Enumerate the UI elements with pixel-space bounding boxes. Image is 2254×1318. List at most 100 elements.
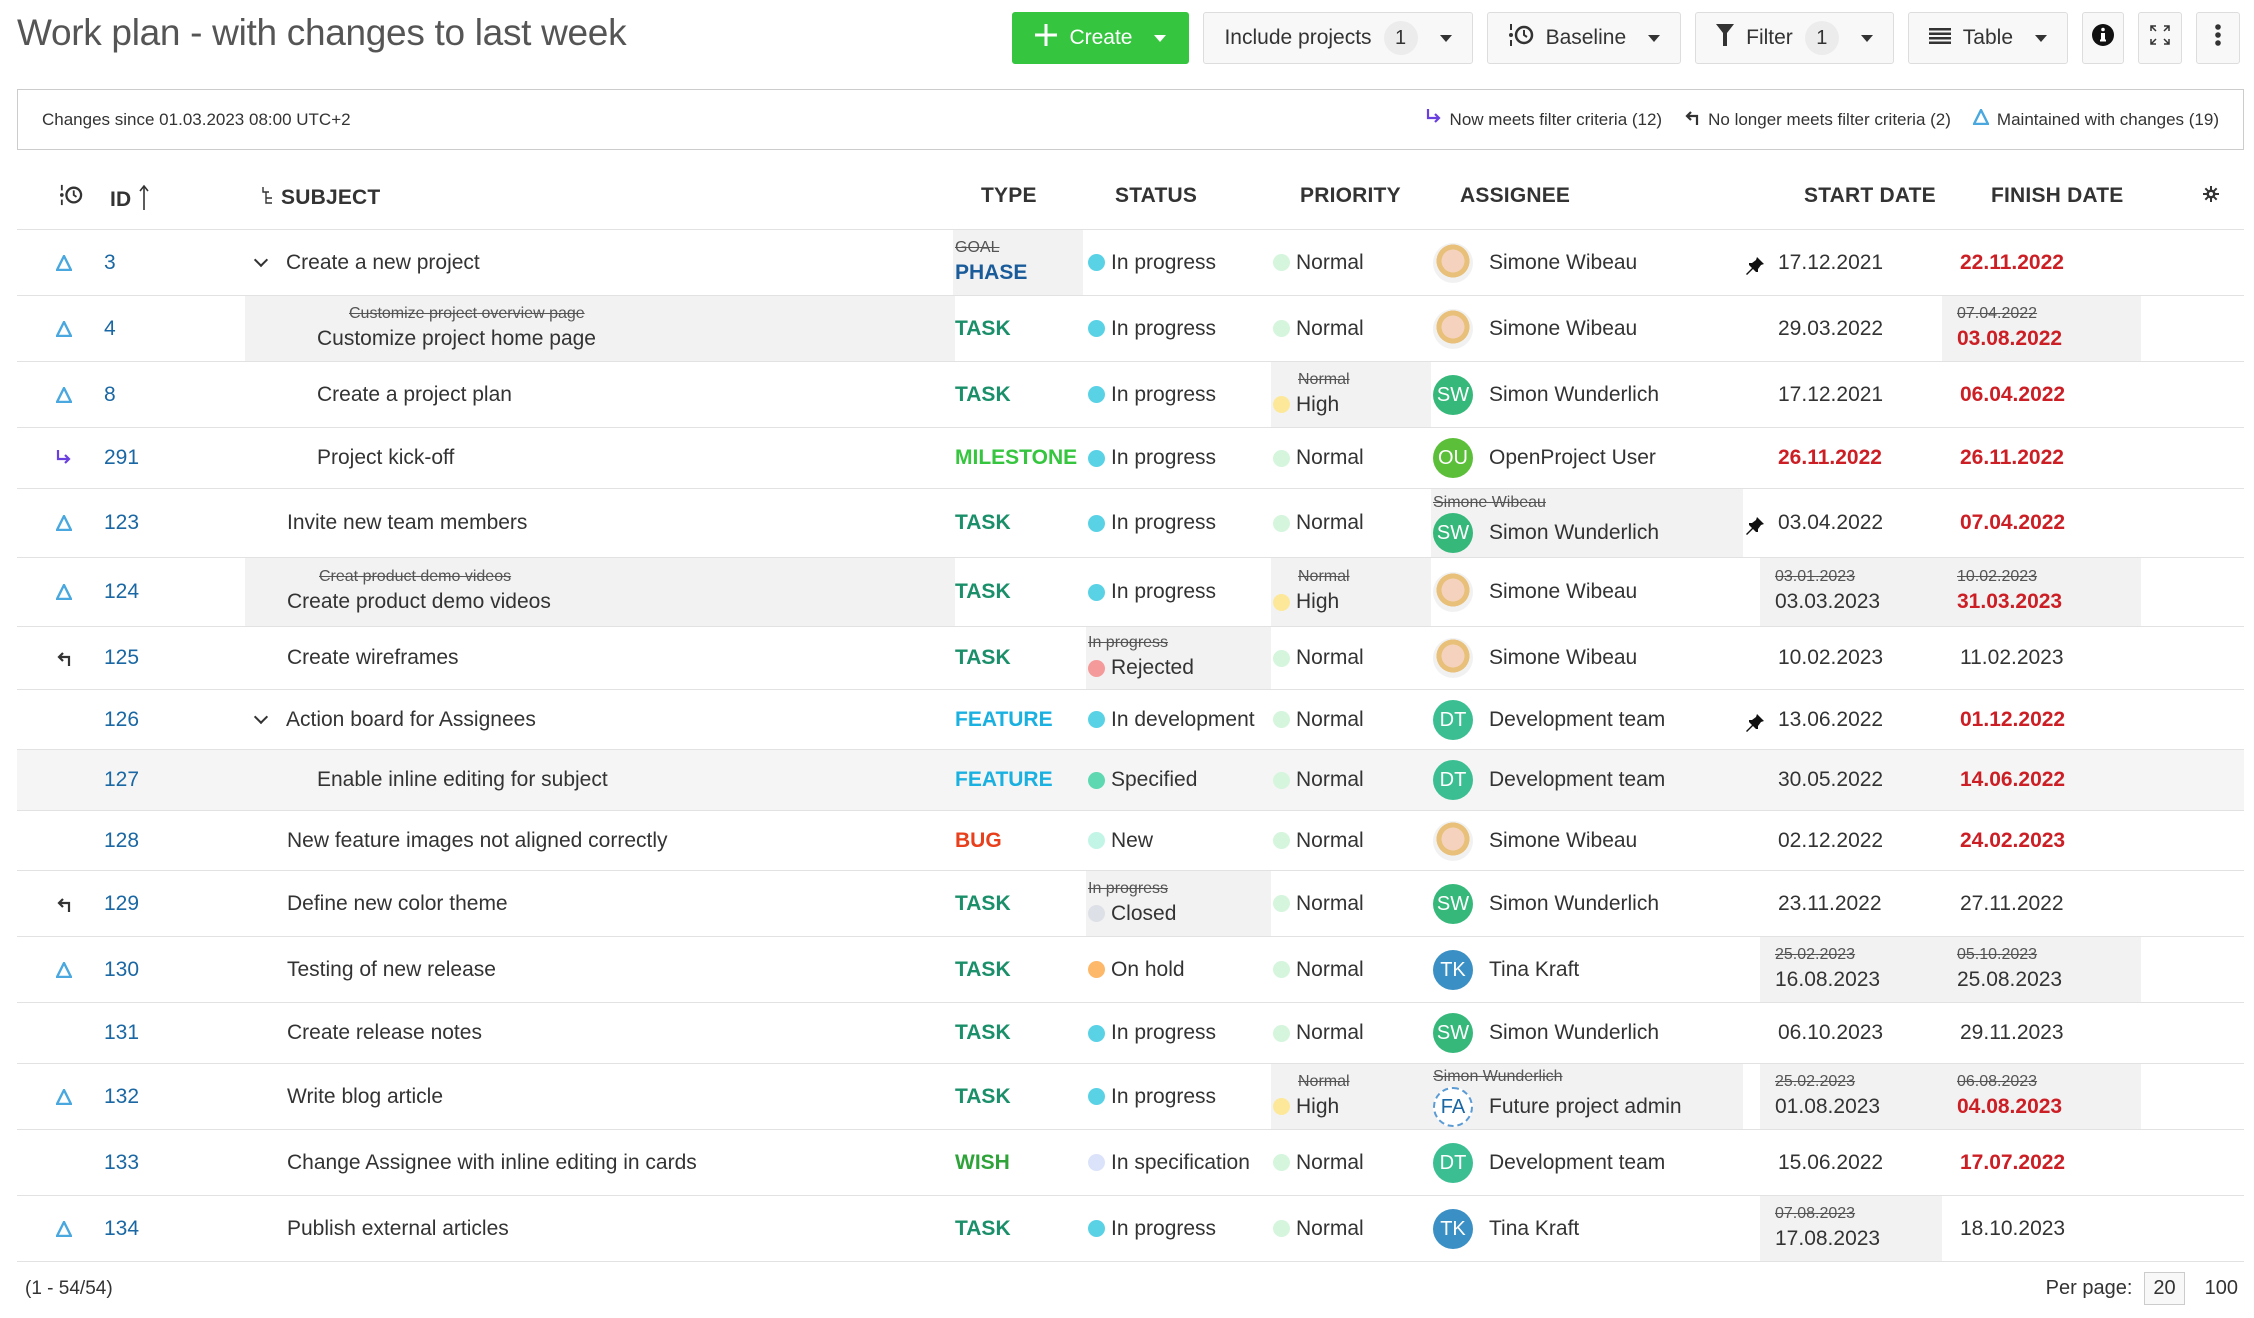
chevron-down-icon[interactable] [253, 252, 269, 267]
subject-cell[interactable]: Customize project overview page Customize… [245, 296, 955, 361]
table-row[interactable]: 133 Change Assignee with inline editing i… [17, 1130, 2244, 1196]
start-date-cell[interactable]: 17.12.2021 [1760, 362, 1942, 427]
work-package-id-link[interactable]: 133 [104, 1151, 139, 1175]
priority-cell[interactable]: Normal [1271, 1196, 1431, 1261]
finish-date-cell[interactable]: 17.07.2022 [1942, 1130, 2141, 1195]
status-cell[interactable]: In progress [1086, 362, 1271, 427]
subject-cell[interactable]: Change Assignee with inline editing in c… [270, 1130, 955, 1195]
status-cell[interactable]: In progress [1086, 1003, 1271, 1063]
table-row[interactable]: 123 Invite new team members TASK In progres… [17, 489, 2244, 558]
assignee-name[interactable]: Simone Wibeau [1489, 577, 1637, 607]
status-cell[interactable]: In progress Closed [1086, 871, 1271, 936]
assignee-name[interactable]: Simon Wunderlich [1489, 889, 1659, 919]
assignee-cell[interactable]: DT Development team [1431, 750, 1743, 810]
table-row[interactable]: 8 Create a project plan TASK In progress Nor… [17, 362, 2244, 428]
priority-cell[interactable]: Normal [1271, 750, 1431, 810]
column-subject[interactable]: SUBJECT [261, 184, 380, 212]
subject-cell[interactable]: Create a project plan [270, 362, 955, 427]
finish-date-cell[interactable]: 05.10.2023 25.08.2023 [1942, 937, 2141, 1002]
assignee-cell[interactable]: TK Tina Kraft [1431, 937, 1743, 1002]
subject-cell[interactable]: Creat product demo videos Create product … [245, 558, 955, 626]
subject-cell[interactable]: Project kick-off [270, 428, 955, 488]
start-date-cell[interactable]: 07.08.2023 17.08.2023 [1760, 1196, 1942, 1261]
column-settings-button[interactable] [2203, 184, 2219, 208]
status-cell[interactable]: In progress [1086, 428, 1271, 488]
more-menu-button[interactable] [2196, 12, 2240, 64]
assignee-cell[interactable]: Simone Wibeau [1431, 230, 1743, 295]
start-date-cell[interactable]: 10.02.2023 [1760, 627, 1942, 689]
assignee-cell[interactable]: DT Development team [1431, 690, 1743, 749]
priority-cell[interactable]: Normal High [1271, 1064, 1431, 1129]
table-row[interactable]: 127 Enable inline editing for subject FEAT… [17, 750, 2244, 811]
work-package-id-link[interactable]: 125 [104, 646, 139, 670]
filter-button[interactable]: Filter 1 [1695, 12, 1894, 64]
per-page-option-100[interactable]: 100 [2197, 1273, 2246, 1304]
status-cell[interactable]: In development [1086, 690, 1271, 749]
finish-date-cell[interactable]: 07.04.2022 03.08.2022 [1942, 296, 2141, 361]
status-cell[interactable]: On hold [1086, 937, 1271, 1002]
start-date-cell[interactable]: 02.12.2022 [1760, 811, 1942, 870]
column-baseline[interactable] [59, 184, 83, 212]
subject-cell[interactable]: Testing of new release [270, 937, 955, 1002]
work-package-id-link[interactable]: 129 [104, 892, 139, 916]
start-date-cell[interactable]: 25.02.2023 01.08.2023 [1760, 1064, 1942, 1129]
assignee-cell[interactable]: SW Simon Wunderlich [1431, 362, 1743, 427]
work-package-id-link[interactable]: 3 [104, 251, 116, 275]
priority-cell[interactable]: Normal [1271, 871, 1431, 936]
work-package-id-link[interactable]: 124 [104, 580, 139, 604]
start-date-cell[interactable]: 29.03.2022 [1760, 296, 1942, 361]
assignee-name[interactable]: Simon Wunderlich [1489, 380, 1659, 410]
finish-date-cell[interactable]: 29.11.2023 [1942, 1003, 2141, 1063]
assignee-name[interactable]: Simone Wibeau [1489, 248, 1637, 278]
column-status[interactable]: STATUS [1115, 184, 1197, 208]
assignee-cell[interactable]: DT Development team [1431, 1130, 1743, 1195]
priority-cell[interactable]: Normal High [1271, 558, 1431, 626]
table-row[interactable]: 4 Customize project overview page Customiz… [17, 296, 2244, 362]
subject-cell[interactable]: Define new color theme [270, 871, 955, 936]
assignee-name[interactable]: Simone Wibeau [1489, 643, 1637, 673]
finish-date-cell[interactable]: 01.12.2022 [1942, 690, 2141, 749]
work-package-id-link[interactable]: 130 [104, 958, 139, 982]
start-date-cell[interactable]: 03.01.2023 03.03.2023 [1760, 558, 1942, 626]
priority-cell[interactable]: Normal [1271, 230, 1431, 295]
table-row[interactable]: 130 Testing of new release TASK On hold Norm… [17, 937, 2244, 1003]
assignee-cell[interactable]: Simon Wunderlich FA Future project admin [1431, 1064, 1743, 1129]
finish-date-cell[interactable]: 07.04.2022 [1942, 489, 2141, 557]
table-row[interactable]: 125 Create wireframes TASK In progress Rejec… [17, 627, 2244, 690]
start-date-cell[interactable]: 26.11.2022 [1760, 428, 1942, 488]
priority-cell[interactable]: Normal [1271, 428, 1431, 488]
assignee-name[interactable]: Development team [1489, 1148, 1665, 1178]
assignee-name[interactable]: Future project admin [1489, 1092, 1682, 1122]
work-package-id-link[interactable]: 126 [104, 708, 139, 732]
finish-date-cell[interactable]: 11.02.2023 [1942, 627, 2141, 689]
assignee-cell[interactable]: SW Simon Wunderlich [1431, 871, 1743, 936]
priority-cell[interactable]: Normal [1271, 1003, 1431, 1063]
subject-cell[interactable]: Create wireframes [270, 627, 955, 689]
status-cell[interactable]: In progress [1086, 1196, 1271, 1261]
priority-cell[interactable]: Normal [1271, 489, 1431, 557]
status-cell[interactable]: In specification [1086, 1130, 1271, 1195]
start-date-cell[interactable]: 17.12.2021 [1760, 230, 1942, 295]
column-assignee[interactable]: ASSIGNEE [1460, 184, 1570, 208]
status-cell[interactable]: In progress [1086, 296, 1271, 361]
table-row[interactable]: 129 Define new color theme TASK In progress… [17, 871, 2244, 937]
subject-cell[interactable]: New feature images not aligned correctly [270, 811, 955, 870]
work-package-id-link[interactable]: 4 [104, 317, 116, 341]
finish-date-cell[interactable]: 22.11.2022 [1942, 230, 2141, 295]
finish-date-cell[interactable]: 27.11.2022 [1942, 871, 2141, 936]
column-start-date[interactable]: START DATE [1804, 184, 1936, 208]
work-package-id-link[interactable]: 128 [104, 829, 139, 853]
finish-date-cell[interactable]: 24.02.2023 [1942, 811, 2141, 870]
create-button[interactable]: Create [1012, 12, 1190, 64]
priority-cell[interactable]: Normal [1271, 690, 1431, 749]
table-row[interactable]: 124 Creat product demo videos Create produ… [17, 558, 2244, 627]
priority-cell[interactable]: Normal [1271, 1130, 1431, 1195]
subject-cell[interactable]: Create a new project [253, 230, 955, 295]
table-row[interactable]: 132 Write blog article TASK In progress Norm… [17, 1064, 2244, 1130]
work-package-id-link[interactable]: 123 [104, 511, 139, 535]
column-finish-date[interactable]: FINISH DATE [1991, 184, 2123, 208]
column-type[interactable]: TYPE [981, 184, 1037, 208]
start-date-cell[interactable]: 06.10.2023 [1760, 1003, 1942, 1063]
work-package-id-link[interactable]: 134 [104, 1217, 139, 1241]
table-row[interactable]: 134 Publish external articles TASK In progr… [17, 1196, 2244, 1262]
